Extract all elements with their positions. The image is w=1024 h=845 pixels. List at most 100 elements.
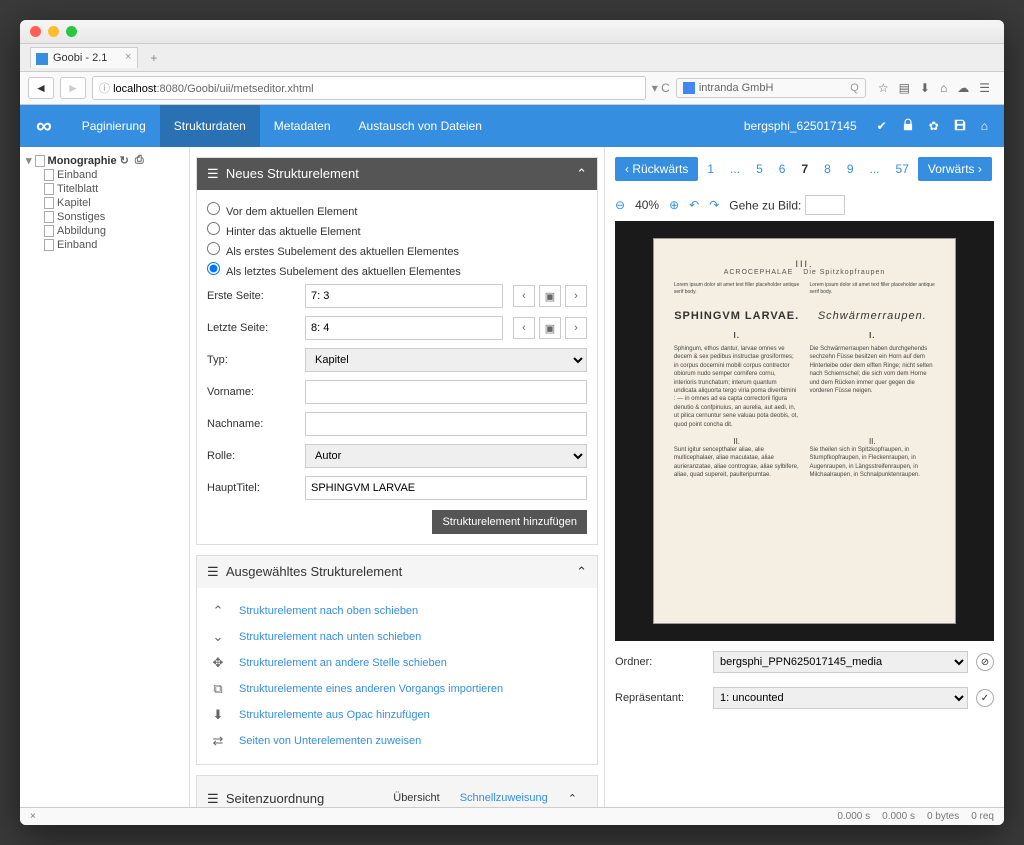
tree-child[interactable]: Titelblatt xyxy=(26,182,183,196)
assign-sub-link[interactable]: Seiten von Unterelementen zuweisen xyxy=(239,735,421,747)
settings-icon[interactable]: ✿ xyxy=(929,119,939,133)
move-down-icon: ⌄ xyxy=(209,629,227,645)
preview-pane: ‹ Rückwärts 1 ... 5 6 7 8 9 ... 57 Vorwä… xyxy=(604,147,1004,807)
representative-select[interactable]: 1: uncounted xyxy=(713,687,968,709)
page-link[interactable]: 5 xyxy=(749,157,770,181)
import-link[interactable]: Strukturelemente eines anderen Vorgangs … xyxy=(239,683,503,695)
tree-child[interactable]: Kapitel xyxy=(26,196,183,210)
move-elsewhere-link[interactable]: Strukturelement an andere Stelle schiebe… xyxy=(239,657,447,669)
menu-icon[interactable]: ☰ xyxy=(979,81,990,95)
collapse-icon[interactable]: ⌃ xyxy=(558,784,587,807)
url-bar[interactable]: ⓘ localhost:8080/Goobi/uii/metseditor.xh… xyxy=(92,76,646,100)
move-icon: ✥ xyxy=(209,655,227,671)
tab-metadaten[interactable]: Metadaten xyxy=(260,105,345,147)
close-window-button[interactable] xyxy=(30,26,41,37)
favicon xyxy=(36,53,48,65)
forward-button[interactable]: ► xyxy=(60,77,86,99)
page-ellipsis: ... xyxy=(723,157,747,181)
selected-element-panel: ☰ Ausgewähltes Strukturelement ⌃ ⌃Strukt… xyxy=(196,555,598,765)
representative-apply-button[interactable]: ✓ xyxy=(976,689,994,707)
browser-tab[interactable]: Goobi - 2.1 × xyxy=(30,47,138,68)
nachname-input[interactable] xyxy=(305,412,587,436)
position-radio[interactable]: Als erstes Subelement des aktuellen Elem… xyxy=(207,240,587,260)
close-tab-icon[interactable]: × xyxy=(125,51,131,63)
folder-label: Ordner: xyxy=(615,656,705,668)
vorname-input[interactable] xyxy=(305,380,587,404)
page-ellipsis: ... xyxy=(863,157,887,181)
opac-link[interactable]: Strukturelemente aus Opac hinzufügen xyxy=(239,709,430,721)
tab-paginierung[interactable]: Paginierung xyxy=(68,105,160,147)
next-page-icon[interactable]: › xyxy=(565,317,587,339)
page-link[interactable]: 8 xyxy=(817,157,838,181)
clipboard-icon[interactable]: ▤ xyxy=(899,81,910,95)
page-link[interactable]: 6 xyxy=(772,157,793,181)
prev-page-icon[interactable]: ‹ xyxy=(513,285,535,307)
image-icon[interactable]: ▣ xyxy=(539,285,561,307)
tree-child[interactable]: Einband xyxy=(26,238,183,252)
tree-child[interactable]: Einband xyxy=(26,168,183,182)
next-page-icon[interactable]: › xyxy=(565,285,587,307)
status-close[interactable]: × xyxy=(30,811,36,822)
tab-austausch[interactable]: Austausch von Dateien xyxy=(345,105,496,147)
prev-button[interactable]: ‹ Rückwärts xyxy=(615,157,698,181)
folder-apply-button[interactable]: ⊘ xyxy=(976,653,994,671)
star-icon[interactable]: ☆ xyxy=(878,81,889,95)
panel-title: Neues Strukturelement xyxy=(226,166,359,181)
prev-page-icon[interactable]: ‹ xyxy=(513,317,535,339)
maximize-window-button[interactable] xyxy=(66,26,77,37)
document-icon xyxy=(35,155,45,167)
home-icon[interactable]: ⌂ xyxy=(940,81,947,95)
comments-icon[interactable]: ☁ xyxy=(957,81,969,95)
refresh-tree-icon[interactable]: ↻ xyxy=(120,154,129,167)
goobi-logo[interactable]: ∞ xyxy=(20,113,68,139)
collapse-icon[interactable]: ⌃ xyxy=(576,166,587,182)
browser-search[interactable]: intranda GmbH Q xyxy=(676,78,866,98)
move-down-link[interactable]: Strukturelement nach unten schieben xyxy=(239,631,421,643)
zoom-out-icon[interactable]: ⊖ xyxy=(615,198,625,212)
first-page-input[interactable] xyxy=(305,284,503,308)
page-current: 7 xyxy=(794,157,815,181)
move-up-icon: ⌃ xyxy=(209,603,227,619)
scan-preview[interactable]: III. ACROCEPHALAEDie Spitzkopfraupen Lor… xyxy=(615,221,994,641)
home-button[interactable]: ⌂ xyxy=(981,119,988,133)
position-radio[interactable]: Vor dem aktuellen Element xyxy=(207,200,587,220)
move-up-link[interactable]: Strukturelement nach oben schieben xyxy=(239,605,418,617)
tab-overview[interactable]: Übersicht xyxy=(383,784,449,807)
tree-root[interactable]: ▾ Monographie ↻ ⎙ xyxy=(26,153,183,168)
print-tree-icon[interactable]: ⎙ xyxy=(135,154,144,167)
tree-child[interactable]: Sonstiges xyxy=(26,210,183,224)
page-link[interactable]: 1 xyxy=(700,157,721,181)
lock-icon[interactable] xyxy=(901,118,915,135)
type-label: Typ: xyxy=(207,354,295,366)
first-page-label: Erste Seite: xyxy=(207,290,295,302)
folder-select[interactable]: bergsphi_PPN625017145_media xyxy=(713,651,968,673)
haupttitel-input[interactable] xyxy=(305,476,587,500)
rotate-right-icon[interactable]: ↷ xyxy=(709,198,719,212)
last-page-input[interactable] xyxy=(305,316,503,340)
position-radio[interactable]: Hinter das aktuelle Element xyxy=(207,220,587,240)
new-tab-button[interactable]: + xyxy=(142,51,165,65)
save-icon[interactable] xyxy=(953,118,967,135)
image-icon[interactable]: ▣ xyxy=(539,317,561,339)
tree-child[interactable]: Abbildung xyxy=(26,224,183,238)
goto-input[interactable] xyxy=(805,195,845,215)
back-button[interactable]: ◄ xyxy=(28,77,54,99)
vorname-label: Vorname: xyxy=(207,386,295,398)
validate-icon[interactable]: ✔ xyxy=(877,119,887,133)
goto-label: Gehe zu Bild: xyxy=(729,199,801,213)
page-link[interactable]: 9 xyxy=(840,157,861,181)
add-element-button[interactable]: Strukturelement hinzufügen xyxy=(432,510,587,534)
rolle-label: Rolle: xyxy=(207,450,295,462)
position-radio[interactable]: Als letztes Subelement des aktuellen Ele… xyxy=(207,260,587,280)
page-link[interactable]: 57 xyxy=(889,157,916,181)
rotate-left-icon[interactable]: ↶ xyxy=(689,198,699,212)
tab-quick-assign[interactable]: Schnellzuweisung xyxy=(450,784,558,807)
zoom-in-icon[interactable]: ⊕ xyxy=(669,198,679,212)
type-select[interactable]: Kapitel xyxy=(305,348,587,372)
collapse-icon[interactable]: ⌃ xyxy=(576,564,587,580)
minimize-window-button[interactable] xyxy=(48,26,59,37)
rolle-select[interactable]: Autor xyxy=(305,444,587,468)
download-icon[interactable]: ⬇ xyxy=(920,81,930,95)
tab-strukturdaten[interactable]: Strukturdaten xyxy=(160,105,260,147)
next-button[interactable]: Vorwärts › xyxy=(918,157,992,181)
